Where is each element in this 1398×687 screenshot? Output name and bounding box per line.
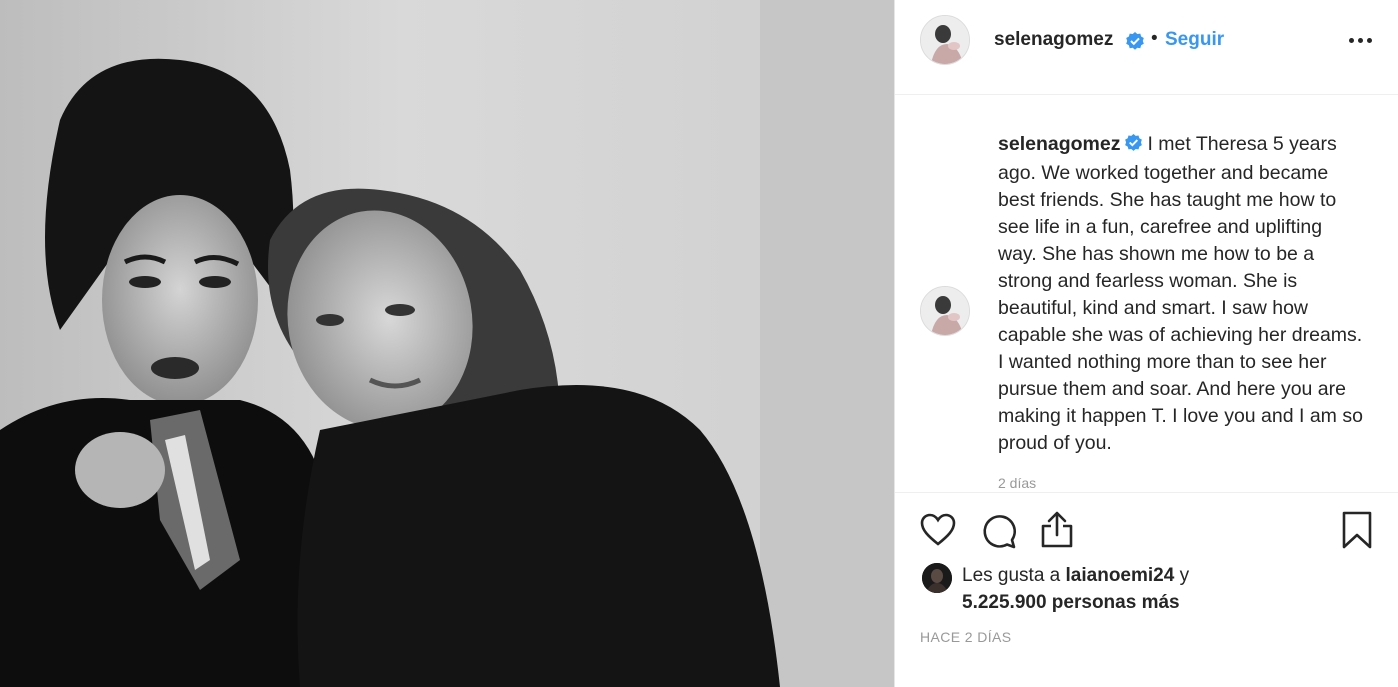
- bookmark-icon[interactable]: [1342, 511, 1372, 554]
- post-caption: selenagomez I met Theresa 5 years ago. W…: [998, 131, 1364, 457]
- verified-badge-icon: [1125, 31, 1145, 56]
- liker-avatar[interactable]: [922, 563, 952, 593]
- caption-text: I met Theresa 5 years ago. We worked tog…: [998, 133, 1363, 454]
- caption-timestamp[interactable]: 2 días: [998, 475, 1036, 491]
- heart-icon[interactable]: [920, 513, 956, 552]
- post-actions: Les gusta a laianoemi24 y 5.225.900 pers…: [895, 492, 1398, 687]
- likes-conjunction: y: [1179, 565, 1190, 586]
- more-options-icon[interactable]: [1346, 28, 1376, 52]
- comments-section[interactable]: selenagomez I met Theresa 5 years ago. W…: [895, 95, 1398, 492]
- photo-image: [0, 0, 894, 687]
- share-icon[interactable]: [1040, 511, 1074, 554]
- caption-username[interactable]: selenagomez: [998, 133, 1120, 155]
- post-header: selenagomez • Seguir: [895, 0, 1398, 95]
- likes-prefix: Les gusta a: [962, 565, 1061, 586]
- liked-by-username[interactable]: laianoemi24: [1066, 565, 1175, 586]
- author-username[interactable]: selenagomez: [994, 29, 1113, 51]
- follow-button[interactable]: Seguir: [1165, 29, 1224, 51]
- header-separator: •: [1151, 28, 1158, 49]
- caption-author-avatar[interactable]: [920, 286, 970, 336]
- post-timestamp[interactable]: HACE 2 DÍAS: [920, 629, 1012, 645]
- post-photo[interactable]: [0, 0, 894, 687]
- verified-badge-icon: [1124, 133, 1143, 160]
- author-avatar[interactable]: [920, 15, 970, 65]
- post-view: selenagomez • Seguir selenagomez I met T…: [0, 0, 1398, 687]
- likes-count[interactable]: 5.225.900 personas más: [962, 592, 1180, 614]
- comment-bubble-icon[interactable]: [981, 513, 1017, 554]
- post-side-panel: selenagomez • Seguir selenagomez I met T…: [894, 0, 1398, 687]
- likes-line-1: Les gusta a laianoemi24 y: [962, 565, 1189, 587]
